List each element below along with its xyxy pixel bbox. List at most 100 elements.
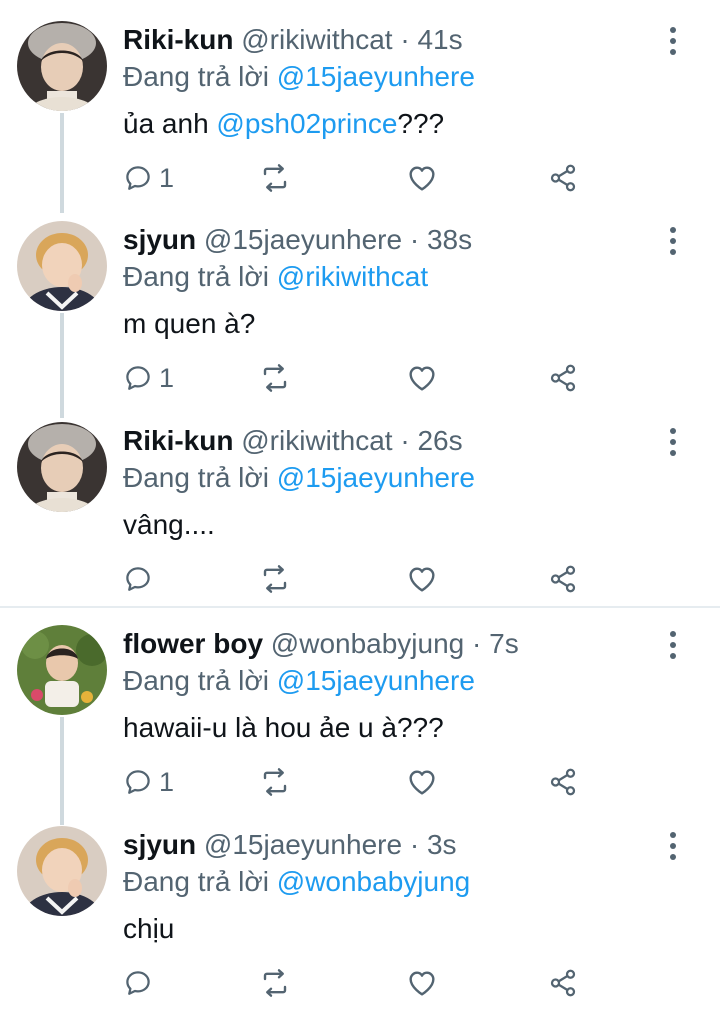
share-button[interactable] <box>548 358 578 398</box>
more-vertical-icon[interactable] <box>664 831 682 861</box>
mention-link[interactable]: @psh02prince <box>216 108 397 139</box>
user-handle[interactable]: @wonbabyjung <box>271 628 464 659</box>
tweet-header: Riki-kun @rikiwithcat · 41s <box>123 24 463 55</box>
user-handle[interactable]: @15jaeyunhere <box>204 829 402 860</box>
replying-to: Đang trả lời @15jaeyunhere <box>123 61 475 92</box>
share-icon <box>548 767 578 797</box>
more-vertical-icon[interactable] <box>664 26 682 56</box>
like-button[interactable] <box>406 762 438 802</box>
avatar[interactable] <box>17 422 107 512</box>
retweet-icon <box>259 362 291 394</box>
timestamp[interactable]: 38s <box>427 224 472 255</box>
avatar[interactable] <box>17 21 107 111</box>
thread-line <box>60 113 64 213</box>
retweet-icon <box>259 766 291 798</box>
tweet-text: vâng.... <box>123 509 215 540</box>
reply-button[interactable] <box>123 963 159 1003</box>
reply-button[interactable]: 1 <box>123 762 174 802</box>
user-handle[interactable]: @rikiwithcat <box>241 24 392 55</box>
reply-to-handle[interactable]: @wonbabyjung <box>277 866 470 897</box>
tweet-text: chịu <box>123 913 175 944</box>
action-bar: 1 <box>123 358 593 398</box>
replying-to: Đang trả lời @15jaeyunhere <box>123 462 475 493</box>
heart-icon <box>406 766 438 798</box>
retweet-button[interactable] <box>259 559 291 599</box>
more-vertical-icon[interactable] <box>664 226 682 256</box>
reply-icon <box>123 564 153 594</box>
tweet-text: m quen à? <box>123 308 256 339</box>
reply-button[interactable] <box>123 559 159 599</box>
more-vertical-icon[interactable] <box>664 630 682 660</box>
reply-button[interactable]: 1 <box>123 358 174 398</box>
display-name[interactable]: Riki-kun <box>123 24 233 55</box>
reply-to-handle[interactable]: @rikiwithcat <box>277 261 428 292</box>
avatar[interactable] <box>17 221 107 311</box>
replying-to: Đang trả lời @wonbabyjung <box>123 866 471 897</box>
reply-button[interactable]: 1 <box>123 158 174 198</box>
user-handle[interactable]: @rikiwithcat <box>241 425 392 456</box>
tweet-text: ủa anh @psh02prince??? <box>123 108 445 139</box>
reply-to-handle[interactable]: @15jaeyunhere <box>277 462 475 493</box>
heart-icon <box>406 563 438 595</box>
retweet-icon <box>259 563 291 595</box>
retweet-button[interactable] <box>259 158 291 198</box>
share-icon <box>548 968 578 998</box>
timestamp[interactable]: 26s <box>417 425 462 456</box>
tweet[interactable]: Riki-kun @rikiwithcat · 41s Đang trả lời… <box>0 0 720 213</box>
tweet[interactable]: sjyun @15jaeyunhere · 3s Đang trả lời @w… <box>0 805 720 1012</box>
tweet[interactable]: Riki-kun @rikiwithcat · 26s Đang trả lời… <box>0 401 720 605</box>
retweet-button[interactable] <box>259 963 291 1003</box>
retweet-icon <box>259 967 291 999</box>
avatar[interactable] <box>17 625 107 715</box>
heart-icon <box>406 967 438 999</box>
timestamp[interactable]: 3s <box>427 829 457 860</box>
reply-count: 1 <box>159 362 175 393</box>
more-vertical-icon[interactable] <box>664 427 682 457</box>
share-button[interactable] <box>548 559 578 599</box>
tweet-header: sjyun @15jaeyunhere · 3s <box>123 829 457 860</box>
tweet[interactable]: sjyun @15jaeyunhere · 38s Đang trả lời @… <box>0 200 720 418</box>
like-button[interactable] <box>406 559 438 599</box>
tweet-header: sjyun @15jaeyunhere · 38s <box>123 224 473 255</box>
tweet[interactable]: flower boy @wonbabyjung · 7s Đang trả lờ… <box>0 604 720 825</box>
reply-to-handle[interactable]: @15jaeyunhere <box>277 665 475 696</box>
reply-count: 1 <box>159 162 175 193</box>
like-button[interactable] <box>406 158 438 198</box>
display-name[interactable]: sjyun <box>123 829 196 860</box>
user-handle[interactable]: @15jaeyunhere <box>204 224 402 255</box>
reply-icon <box>123 363 153 393</box>
retweet-button[interactable] <box>259 358 291 398</box>
reply-icon <box>123 163 153 193</box>
replying-to: Đang trả lời @15jaeyunhere <box>123 665 475 696</box>
share-icon <box>548 363 578 393</box>
tweet-header: flower boy @wonbabyjung · 7s <box>123 628 519 659</box>
timestamp[interactable]: 7s <box>489 628 519 659</box>
timestamp[interactable]: 41s <box>417 24 462 55</box>
reply-icon <box>123 968 153 998</box>
tweet-text: hawaii-u là hou ảe u à??? <box>123 712 444 743</box>
like-button[interactable] <box>406 963 438 1003</box>
action-bar <box>123 963 593 1003</box>
display-name[interactable]: sjyun <box>123 224 196 255</box>
heart-icon <box>406 362 438 394</box>
display-name[interactable]: Riki-kun <box>123 425 233 456</box>
share-icon <box>548 163 578 193</box>
tweet-header: Riki-kun @rikiwithcat · 26s <box>123 425 463 456</box>
action-bar <box>123 559 593 599</box>
avatar[interactable] <box>17 826 107 916</box>
replying-to: Đang trả lời @rikiwithcat <box>123 261 429 292</box>
heart-icon <box>406 162 438 194</box>
action-bar: 1 <box>123 762 593 802</box>
retweet-button[interactable] <box>259 762 291 802</box>
share-button[interactable] <box>548 762 578 802</box>
reply-count: 1 <box>159 766 175 797</box>
reply-to-handle[interactable]: @15jaeyunhere <box>277 61 475 92</box>
reply-icon <box>123 767 153 797</box>
like-button[interactable] <box>406 358 438 398</box>
share-button[interactable] <box>548 158 578 198</box>
share-button[interactable] <box>548 963 578 1003</box>
action-bar: 1 <box>123 158 593 198</box>
display-name[interactable]: flower boy <box>123 628 263 659</box>
retweet-icon <box>259 162 291 194</box>
share-icon <box>548 564 578 594</box>
